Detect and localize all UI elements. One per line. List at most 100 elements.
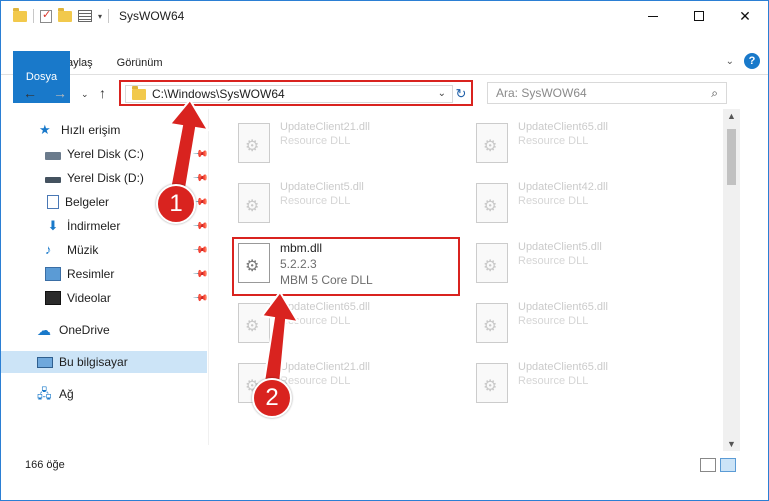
drive-icon <box>45 151 61 160</box>
pin-icon[interactable]: 📌 <box>192 290 209 307</box>
customize-dropdown-icon[interactable]: ▾ <box>98 12 102 21</box>
file-type: Resource DLL <box>518 255 589 267</box>
quick-access-toolbar: ▾ <box>1 7 110 23</box>
list-item[interactable]: UpdateClient42.dll Resource DLL <box>476 179 706 231</box>
file-type: Resource DLL <box>518 315 589 327</box>
list-item[interactable]: UpdateClient65.dll Resource DLL <box>476 299 706 351</box>
new-folder-icon[interactable] <box>58 7 72 22</box>
pin-icon[interactable]: 📌 <box>192 266 209 283</box>
search-input[interactable]: Ara: SysWOW64 ⌕ <box>487 82 727 104</box>
sidebar-item-onedrive[interactable]: ☁ OneDrive <box>1 319 207 341</box>
large-icons-view-icon[interactable] <box>720 458 736 472</box>
pin-icon[interactable]: 📌 <box>192 146 209 163</box>
file-type: Resource DLL <box>518 375 589 387</box>
dll-file-icon <box>238 303 270 343</box>
minimize-button[interactable] <box>630 1 676 31</box>
file-highlight-box <box>232 237 460 296</box>
file-name: UpdateClient42.dll <box>518 181 608 193</box>
file-name: UpdateClient65.dll <box>518 361 608 373</box>
list-item[interactable]: UpdateClient65.dll Resource DLL <box>238 299 468 351</box>
dll-file-icon <box>238 123 270 163</box>
address-field[interactable]: C:\Windows\SysWOW64 ⌄ <box>125 85 453 103</box>
sidebar-item-pictures[interactable]: Resimler 📌 <box>1 263 209 285</box>
videos-icon <box>45 291 61 305</box>
documents-icon <box>47 195 59 209</box>
sidebar-item-quick-access[interactable]: ★ Hızlı erişim <box>1 119 207 141</box>
dll-file-icon <box>238 183 270 223</box>
scroll-up-icon[interactable]: ▲ <box>727 111 736 121</box>
pin-icon[interactable]: 📌 <box>192 242 209 259</box>
file-name: UpdateClient21.dll <box>280 361 370 373</box>
back-arrow-icon[interactable]: ← <box>23 85 37 101</box>
music-icon: ♪ <box>45 242 52 257</box>
recent-dropdown-icon[interactable]: ⌄ <box>81 89 89 100</box>
details-view-icon[interactable] <box>700 458 716 472</box>
sidebar-item-videos[interactable]: Videolar 📌 <box>1 287 209 309</box>
scroll-thumb[interactable] <box>727 129 736 185</box>
help-icon[interactable]: ? <box>744 53 760 69</box>
chevron-down-icon[interactable]: ⌄ <box>438 88 446 99</box>
sidebar-item-this-pc[interactable]: Bu bilgisayar <box>1 351 207 373</box>
sidebar-item-label: Müzik <box>67 243 99 257</box>
refresh-icon[interactable]: ↻ <box>453 85 469 103</box>
sidebar-item-local-disk-c[interactable]: Yerel Disk (C:) 📌 <box>1 143 209 165</box>
dll-file-icon <box>476 303 508 343</box>
navigation-pane: ★ Hızlı erişim Yerel Disk (C:) 📌 Yerel D… <box>1 115 209 445</box>
file-name: UpdateClient65.dll <box>518 121 608 133</box>
search-icon: ⌕ <box>711 86 718 100</box>
file-type: Resource DLL <box>280 135 351 147</box>
file-name: UpdateClient65.dll <box>518 301 608 313</box>
scroll-down-icon[interactable]: ▼ <box>727 439 736 449</box>
file-name: UpdateClient5.dll <box>518 241 602 253</box>
list-item[interactable]: UpdateClient65.dll Resource DLL <box>476 119 706 171</box>
pin-icon[interactable]: 📌 <box>192 218 209 235</box>
window-controls: ✕ <box>630 1 768 31</box>
view-switcher <box>700 458 736 472</box>
close-button[interactable]: ✕ <box>722 1 768 31</box>
sidebar-item-label: Videolar <box>67 291 111 305</box>
pictures-icon <box>45 267 61 281</box>
ribbon-tabs: Dosya Giriş Paylaş Görünüm <box>1 51 175 103</box>
step-marker-2: 2 <box>252 378 292 418</box>
list-item[interactable]: UpdateClient5.dll Resource DLL <box>238 179 468 231</box>
maximize-icon <box>694 11 704 21</box>
close-icon: ✕ <box>739 7 751 24</box>
step-marker-1: 1 <box>156 184 196 224</box>
star-icon: ★ <box>39 122 51 137</box>
forward-arrow-icon[interactable]: → <box>53 85 67 101</box>
maximize-button[interactable] <box>676 1 722 31</box>
sidebar-item-label: Bu bilgisayar <box>59 355 128 369</box>
list-item[interactable]: UpdateClient5.dll Resource DLL <box>476 239 706 291</box>
pane-divider[interactable] <box>208 109 209 445</box>
cloud-icon: ☁ <box>37 322 51 338</box>
list-item[interactable]: UpdateClient21.dll Resource DLL <box>238 119 468 171</box>
explorer-window: ▾ SysWOW64 ✕ Dosya Giriş Paylaş Görünüm … <box>0 0 769 501</box>
sidebar-item-network[interactable]: 🖧 Ağ <box>1 383 207 405</box>
item-count: 166 öğe <box>25 459 65 471</box>
tab-view[interactable]: Görünüm <box>105 51 175 75</box>
pin-icon[interactable]: 📌 <box>192 170 209 187</box>
vertical-scrollbar[interactable]: ▲ ▼ <box>723 109 740 451</box>
sidebar-item-label: Resimler <box>67 267 115 281</box>
ribbon-right: ⌄ ? <box>726 53 760 69</box>
title-bar: ▾ SysWOW64 ✕ <box>1 1 768 31</box>
up-arrow-icon[interactable]: ↑ <box>99 85 106 101</box>
address-bar[interactable]: C:\Windows\SysWOW64 ⌄ ↻ <box>119 80 473 106</box>
sidebar-item-label: Yerel Disk (C:) <box>67 147 144 161</box>
network-icon: 🖧 <box>37 386 52 401</box>
dll-file-icon <box>476 243 508 283</box>
sidebar-item-music[interactable]: ♪ Müzik 📌 <box>1 239 209 261</box>
file-type: Resource DLL <box>518 195 589 207</box>
properties-check-icon[interactable] <box>40 8 52 23</box>
downloads-icon: ⬇ <box>47 218 59 233</box>
computer-icon <box>37 356 53 368</box>
view-properties-icon[interactable] <box>78 10 92 22</box>
search-placeholder: Ara: SysWOW64 <box>496 86 587 100</box>
sidebar-item-label: Ağ <box>59 387 74 401</box>
dll-file-icon <box>476 183 508 223</box>
file-name: UpdateClient65.dll <box>280 301 370 313</box>
list-item[interactable]: UpdateClient65.dll Resource DLL <box>476 359 706 411</box>
folder-icon <box>132 85 146 100</box>
folder-icon <box>13 7 27 22</box>
expand-ribbon-icon[interactable]: ⌄ <box>726 56 734 67</box>
